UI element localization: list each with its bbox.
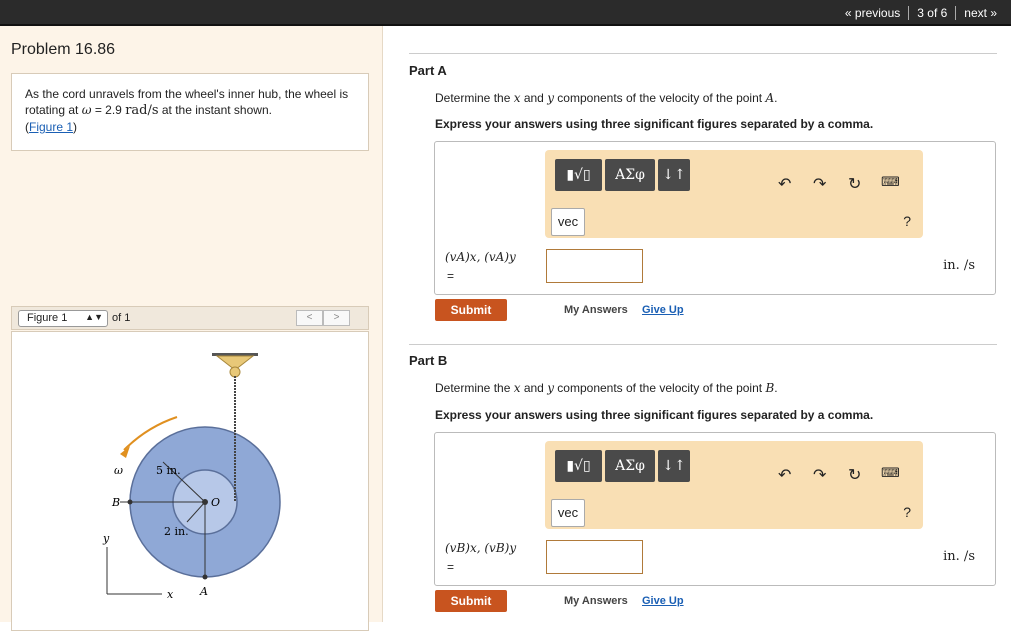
part-b-answer-label: (vB)x, (vB)y bbox=[445, 541, 517, 555]
part-a-instruction: Express your answers using three signifi… bbox=[435, 117, 874, 131]
wheel-diagram: ω 5 in. 2 in. B O A x y bbox=[102, 353, 281, 601]
arrows-button[interactable]: ↓↑ bbox=[658, 450, 690, 482]
point-var: B bbox=[765, 381, 775, 395]
part-b-toolbar: ▮√▯ ΑΣφ ↓↑ ↶ ↷ ↻ ⌨ vec ? bbox=[545, 441, 923, 529]
omega-unit: rad/s bbox=[125, 103, 159, 118]
part-a-toolbar: ▮√▯ ΑΣφ ↓↑ ↶ ↷ ↻ ⌨ vec ? bbox=[545, 150, 923, 238]
figure-prev-button[interactable]: < bbox=[296, 310, 323, 326]
omega-symbol: ω bbox=[81, 103, 92, 117]
x-axis-label: x bbox=[167, 588, 174, 601]
part-b-give-up[interactable]: Give Up bbox=[642, 595, 684, 607]
part-a-answer-input[interactable] bbox=[546, 249, 643, 283]
top-nav: « previous 3 of 6 next » bbox=[837, 6, 1005, 20]
b-label: B bbox=[111, 496, 120, 509]
part-a-give-up[interactable]: Give Up bbox=[642, 304, 684, 316]
part-a-unit: in. /s bbox=[943, 258, 975, 273]
q-text: components of the velocity of the point bbox=[553, 91, 766, 105]
q-text: . bbox=[774, 91, 778, 105]
desc-text-2: = 2.9 bbox=[91, 103, 126, 117]
redo-icon[interactable]: ↷ bbox=[813, 465, 826, 485]
part-b-submit-button[interactable]: Submit bbox=[435, 590, 507, 612]
questions-panel: Part A Determine the x and y components … bbox=[384, 26, 1011, 622]
mount-pin-icon bbox=[229, 366, 241, 378]
undo-icon[interactable]: ↶ bbox=[778, 465, 791, 485]
part-b-instruction: Express your answers using three signifi… bbox=[435, 408, 874, 422]
help-icon[interactable]: ? bbox=[903, 504, 911, 520]
figure-bar: Figure 1 ▲▼ of 1 < > bbox=[11, 306, 369, 330]
reset-icon[interactable]: ↻ bbox=[848, 174, 861, 194]
keyboard-icon[interactable]: ⌨ bbox=[881, 174, 900, 190]
divider bbox=[409, 344, 997, 345]
undo-icon[interactable]: ↶ bbox=[778, 174, 791, 194]
radical-button[interactable]: ▮√▯ bbox=[555, 450, 602, 482]
figure-link[interactable]: Figure 1 bbox=[29, 120, 73, 134]
arrows-button[interactable]: ↓↑ bbox=[658, 159, 690, 191]
equals-sign: = bbox=[447, 269, 455, 283]
top-bar: « previous 3 of 6 next » bbox=[0, 0, 1011, 26]
vec-button[interactable]: vec bbox=[551, 208, 585, 236]
figure-select[interactable]: Figure 1 ▲▼ bbox=[18, 310, 108, 327]
point-var: A bbox=[765, 91, 775, 105]
problem-panel: Problem 16.86 As the cord unravels from … bbox=[0, 26, 383, 631]
equals-sign: = bbox=[447, 560, 455, 574]
q-text: Determine the bbox=[435, 381, 514, 395]
y-axis-label: y bbox=[102, 532, 110, 545]
figure-next-button[interactable]: > bbox=[323, 310, 350, 326]
part-b-title: Part B bbox=[409, 353, 448, 368]
y-var: y bbox=[547, 381, 554, 395]
q-text: and bbox=[520, 381, 548, 395]
q-text: Determine the bbox=[435, 91, 514, 105]
part-a-answer-box: ▮√▯ ΑΣφ ↓↑ ↶ ↷ ↻ ⌨ vec ? (vA)x, (vA)y = … bbox=[434, 141, 996, 295]
q-text: components of the velocity of the point bbox=[553, 381, 766, 395]
figure-count: of 1 bbox=[112, 312, 131, 324]
part-b-question: Determine the x and y components of the … bbox=[435, 381, 778, 395]
problem-description: As the cord unravels from the wheel's in… bbox=[11, 73, 369, 151]
part-a-answer-label: (vA)x, (vA)y bbox=[445, 250, 516, 264]
part-b-answer-box: ▮√▯ ΑΣφ ↓↑ ↶ ↷ ↻ ⌨ vec ? (vB)x, (vB)y = … bbox=[434, 432, 996, 586]
help-icon[interactable]: ? bbox=[903, 213, 911, 229]
part-b-answer-input[interactable] bbox=[546, 540, 643, 574]
vec-button[interactable]: vec bbox=[551, 499, 585, 527]
figure-panel: ω 5 in. 2 in. B O A x y bbox=[11, 331, 369, 631]
point-a bbox=[202, 574, 208, 580]
part-a-title: Part A bbox=[409, 63, 447, 78]
q-text: and bbox=[520, 91, 548, 105]
part-a-submit-button[interactable]: Submit bbox=[435, 299, 507, 321]
reset-icon[interactable]: ↻ bbox=[848, 465, 861, 485]
problem-title: Problem 16.86 bbox=[11, 41, 116, 58]
inner-radius-label: 2 in. bbox=[164, 525, 189, 538]
figure-select-value: Figure 1 bbox=[27, 312, 68, 324]
figure-nav: < > bbox=[296, 310, 350, 326]
greek-button[interactable]: ΑΣφ bbox=[605, 450, 655, 482]
part-a-my-answers[interactable]: My Answers bbox=[564, 304, 628, 316]
next-link[interactable]: next » bbox=[955, 6, 1005, 20]
radical-button[interactable]: ▮√▯ bbox=[555, 159, 602, 191]
part-a-question: Determine the x and y components of the … bbox=[435, 91, 777, 105]
redo-icon[interactable]: ↷ bbox=[813, 174, 826, 194]
divider bbox=[409, 53, 997, 54]
keyboard-icon[interactable]: ⌨ bbox=[881, 465, 900, 481]
greek-button[interactable]: ΑΣφ bbox=[605, 159, 655, 191]
q-text: . bbox=[774, 381, 778, 395]
part-b-my-answers[interactable]: My Answers bbox=[564, 595, 628, 607]
o-label: O bbox=[211, 496, 220, 509]
outer-radius-label: 5 in. bbox=[156, 464, 181, 477]
center-point bbox=[202, 499, 208, 505]
y-var: y bbox=[547, 91, 554, 105]
desc-text-3: at the instant shown. bbox=[158, 103, 272, 117]
a-label: A bbox=[199, 585, 208, 598]
point-b bbox=[127, 499, 133, 505]
previous-link[interactable]: « previous bbox=[837, 6, 908, 20]
select-arrows-icon: ▲▼ bbox=[85, 312, 103, 322]
omega-label: ω bbox=[114, 464, 123, 477]
page-indicator: 3 of 6 bbox=[908, 6, 955, 20]
part-b-unit: in. /s bbox=[943, 549, 975, 564]
